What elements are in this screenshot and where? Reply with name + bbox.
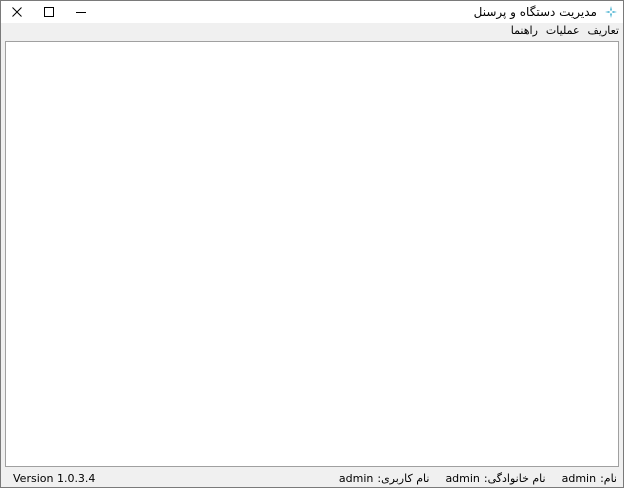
username-value: admin <box>338 472 374 485</box>
username-label: نام کاربری: <box>377 472 430 485</box>
last-name-value: admin <box>445 472 480 485</box>
mdi-client-area[interactable] <box>5 41 619 467</box>
menu-operations[interactable]: عملیات <box>542 23 584 39</box>
close-button[interactable] <box>1 1 33 23</box>
caption-buttons <box>1 1 97 23</box>
title-bar[interactable]: مدیریت دستگاه و پرسنل <box>1 1 623 23</box>
window-title: مدیریت دستگاه و پرسنل <box>473 5 597 19</box>
version-label: Version 1.0.3.4 <box>13 472 96 485</box>
menu-definitions[interactable]: تعاریف <box>584 23 623 39</box>
app-icon <box>603 4 619 20</box>
minimize-icon <box>76 12 86 13</box>
first-name-label: نام: <box>600 472 617 485</box>
minimize-button[interactable] <box>65 1 97 23</box>
close-icon <box>12 7 22 17</box>
last-name-label: نام خانوادگی: <box>483 472 546 485</box>
main-window: مدیریت دستگاه و پرسنل تعاریف عملیات راهن… <box>0 0 624 488</box>
menu-bar: تعاریف عملیات راهنما <box>1 23 623 39</box>
title-area: مدیریت دستگاه و پرسنل <box>474 1 619 23</box>
status-bar: Version 1.0.3.4 نام: admin نام خانوادگی:… <box>1 469 623 487</box>
first-name-value: admin <box>561 472 597 485</box>
first-name-field: نام: admin <box>562 472 617 485</box>
maximize-icon <box>44 7 54 17</box>
menu-help[interactable]: راهنما <box>507 23 542 39</box>
last-name-field: نام خانوادگی: admin <box>445 472 545 485</box>
username-field: نام کاربری: admin <box>339 472 430 485</box>
maximize-button[interactable] <box>33 1 65 23</box>
user-info: نام: admin نام خانوادگی: admin نام کاربر… <box>339 472 617 485</box>
